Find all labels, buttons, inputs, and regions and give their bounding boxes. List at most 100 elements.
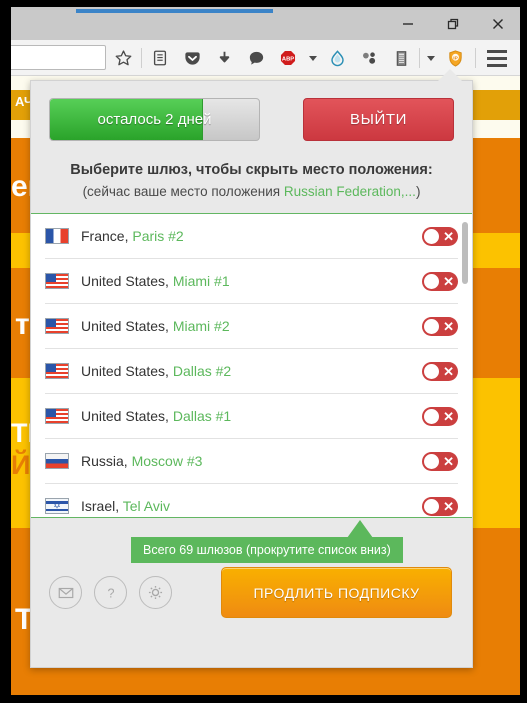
gateway-country: Israel, [81, 498, 120, 514]
close-button[interactable] [475, 7, 520, 40]
maximize-restore-button[interactable] [430, 7, 475, 40]
gateway-toggle[interactable]: ✕ [422, 406, 458, 426]
star-of-david-icon: ✡ [53, 500, 61, 511]
water-drop-icon[interactable] [321, 40, 353, 76]
gateway-country: United States, [81, 273, 169, 289]
flag-icon-us [45, 273, 69, 289]
gateway-city: Dallas #2 [172, 363, 232, 379]
gateway-country: Russia, [81, 453, 128, 469]
flag-icon-us [45, 318, 69, 334]
gateway-country: France, [81, 228, 129, 244]
gateway-city: Miami #1 [172, 273, 230, 289]
toggle-knob [424, 273, 439, 289]
popup-header: осталось 2 дней ВЫЙТИ Выберите шлюз, что… [31, 81, 472, 213]
gateway-toggle[interactable]: ✕ [422, 496, 458, 516]
close-icon: ✕ [443, 453, 454, 469]
table-row[interactable]: United States, Dallas #1 ✕ [45, 394, 458, 439]
popup-heading: Выберите шлюз, чтобы скрыть место положе… [70, 162, 433, 178]
current-location-value: Russian Federation,... [283, 184, 416, 199]
svg-text:?: ? [107, 586, 114, 600]
gateway-country: United States, [81, 363, 169, 379]
gateway-label: France, Paris #2 [81, 228, 422, 244]
pocket-icon[interactable] [176, 40, 208, 76]
toggle-knob [424, 318, 439, 334]
address-bar-input[interactable] [11, 45, 106, 70]
screenshot-root: ABP IP ТЬ ЙТ осталось 2 дней ВЫЙТИ Выбер… [0, 0, 527, 703]
flag-icon-fr [45, 228, 69, 244]
gateway-count-tooltip: Всего 69 шлюзов (прокрутите список вниз) [131, 537, 403, 563]
gateway-label: United States, Miami #2 [81, 318, 422, 334]
close-icon: ✕ [443, 318, 454, 334]
table-row[interactable]: Russia, Moscow #3 ✕ [45, 439, 458, 484]
active-tab-indicator[interactable] [76, 9, 273, 13]
reading-list-icon[interactable] [144, 40, 176, 76]
toggle-knob [424, 228, 439, 244]
gateway-label: United States, Miami #1 [81, 273, 422, 289]
gateway-toggle[interactable]: ✕ [422, 226, 458, 246]
subheading-suffix: ) [415, 184, 421, 199]
gateway-list-scrollbar[interactable] [462, 218, 468, 513]
gateway-toggle[interactable]: ✕ [422, 451, 458, 471]
gateway-country: United States, [81, 408, 169, 424]
gateway-city: Paris #2 [132, 228, 184, 244]
minimize-button[interactable] [385, 7, 430, 40]
footer-icon-group: ? [49, 576, 172, 609]
subscription-progress-bar[interactable]: осталось 2 дней [49, 98, 260, 141]
toolbar-divider-3 [475, 48, 476, 68]
adblock-chevron-down-icon[interactable] [304, 40, 321, 76]
tooltip-arrow [347, 520, 373, 538]
gateway-toggle[interactable]: ✕ [422, 271, 458, 291]
gateway-toggle[interactable]: ✕ [422, 316, 458, 336]
toggle-knob [424, 408, 439, 424]
close-icon: ✕ [443, 273, 454, 289]
toggle-knob [424, 453, 439, 469]
ip-shield-label: IP [453, 55, 458, 61]
gateway-label: Russia, Moscow #3 [81, 453, 422, 469]
popup-subheading: (сейчас ваше место положения Russian Fed… [49, 184, 454, 199]
vpn-extension-popup: осталось 2 дней ВЫЙТИ Выберите шлюз, что… [30, 80, 473, 668]
gateway-city: Dallas #1 [172, 408, 232, 424]
toolbar-icon-group: ABP IP [107, 40, 471, 76]
flag-icon-il: ✡ [45, 498, 69, 514]
adblock-plus-icon[interactable]: ABP [272, 40, 304, 76]
close-icon: ✕ [443, 363, 454, 379]
question-mark-icon[interactable]: ? [94, 576, 127, 609]
clipboard-chevron-down-icon[interactable] [422, 40, 439, 76]
toolbar-divider [141, 48, 142, 68]
gateway-list[interactable]: France, Paris #2 ✕ United States, Miami … [31, 213, 472, 518]
bookmark-star-icon[interactable] [107, 40, 139, 76]
gateway-toggle[interactable]: ✕ [422, 361, 458, 381]
hamburger-menu-icon[interactable] [479, 40, 515, 76]
subscription-progress-label: осталось 2 дней [97, 111, 212, 128]
window-titlebar [11, 7, 520, 40]
flag-icon-us [45, 408, 69, 424]
close-icon: ✕ [443, 408, 454, 424]
gateway-label: United States, Dallas #2 [81, 363, 422, 379]
molecule-icon[interactable] [353, 40, 385, 76]
toolbar-divider-2 [419, 48, 420, 68]
table-row[interactable]: United States, Miami #1 ✕ [45, 259, 458, 304]
window-controls [385, 7, 520, 40]
gateway-country: United States, [81, 318, 169, 334]
table-row[interactable]: United States, Miami #2 ✕ [45, 304, 458, 349]
flag-icon-us [45, 363, 69, 379]
subheading-prefix: (сейчас ваше место положения [82, 184, 284, 199]
table-row[interactable]: ✡ Israel, Tel Aviv ✕ [45, 484, 458, 517]
close-icon: ✕ [443, 498, 454, 514]
envelope-icon[interactable] [49, 576, 82, 609]
gateway-city: Miami #2 [172, 318, 230, 334]
clipboard-icon[interactable] [385, 40, 417, 76]
gateway-label: United States, Dallas #1 [81, 408, 422, 424]
gear-icon[interactable] [139, 576, 172, 609]
download-icon[interactable] [208, 40, 240, 76]
gateway-label: Israel, Tel Aviv [81, 498, 422, 514]
logout-button[interactable]: ВЫЙТИ [303, 98, 454, 141]
popup-pointer-arrow [438, 69, 462, 81]
table-row[interactable]: United States, Dallas #2 ✕ [45, 349, 458, 394]
table-row[interactable]: France, Paris #2 ✕ [45, 214, 458, 259]
renew-subscription-button[interactable]: ПРОДЛИТЬ ПОДПИСКУ [221, 567, 452, 618]
gateway-city: Tel Aviv [122, 498, 170, 514]
gateway-city: Moscow #3 [131, 453, 203, 469]
chat-bubble-icon[interactable] [240, 40, 272, 76]
scrollbar-thumb[interactable] [462, 222, 468, 284]
